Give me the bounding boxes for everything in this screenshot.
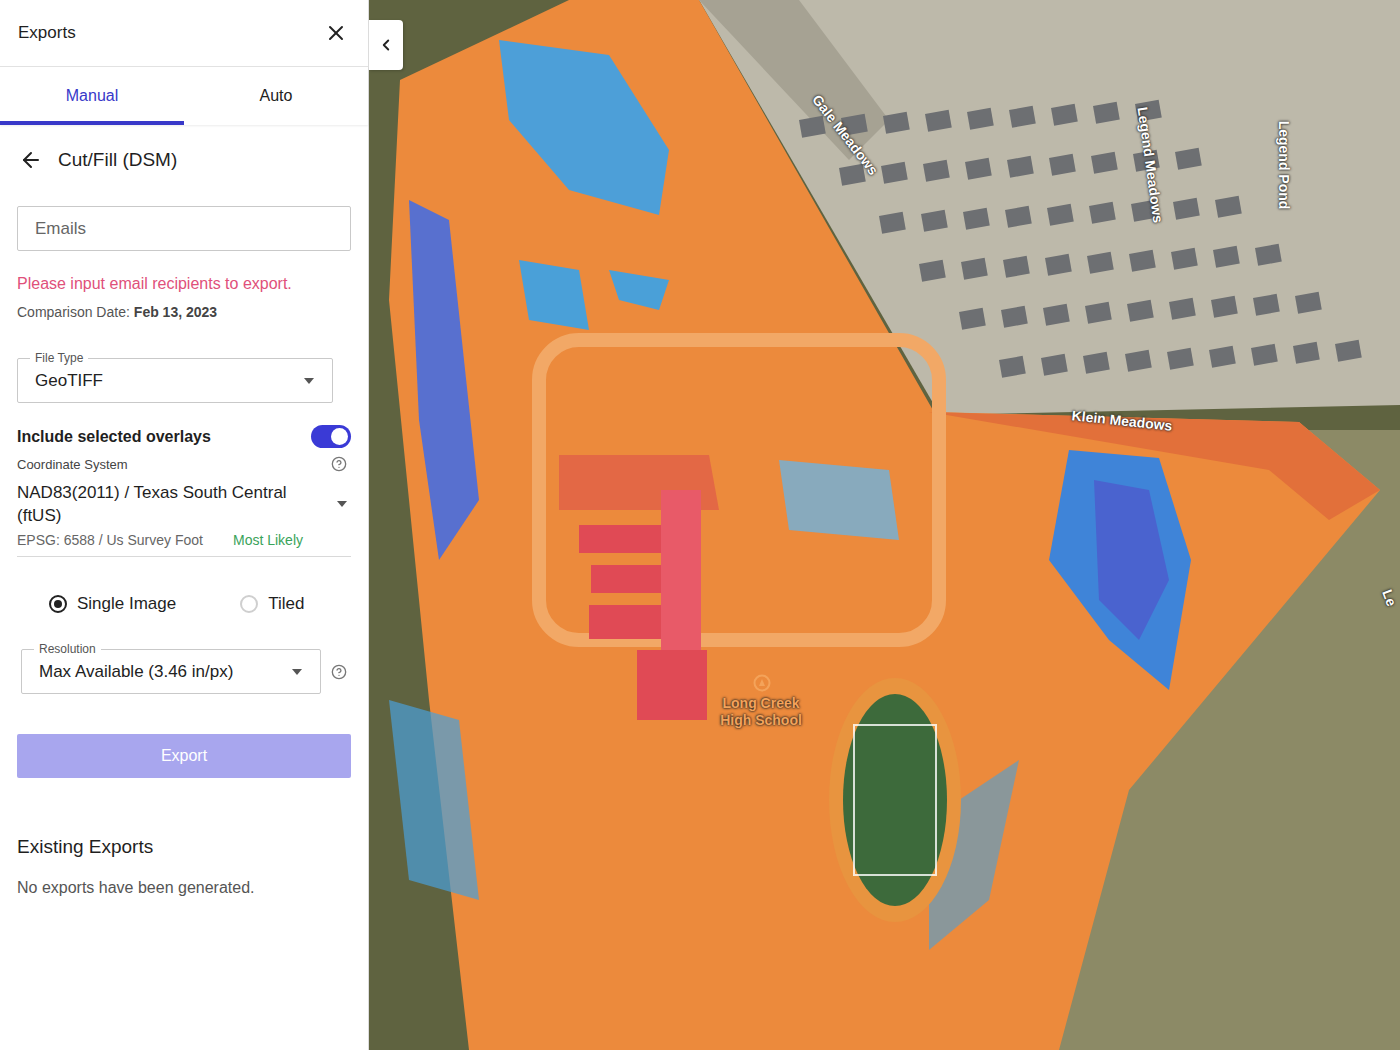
coordinate-system: Coordinate System NAD83(2011) / Texas Sou… [17,456,351,557]
existing-exports-empty: No exports have been generated. [17,879,351,897]
resolution-select[interactable]: ResolutionMax Available (3.46 in/px) [21,649,321,694]
dropdown-caret-icon [304,378,314,384]
help-icon[interactable] [331,456,347,472]
radio-label: Single Image [77,594,176,614]
collapse-panel-button[interactable] [369,20,403,70]
export-button[interactable]: Export [17,734,351,778]
coordinate-label: Coordinate System [17,457,128,472]
map-view[interactable]: Gale MeadowsLegend MeadowsLegend PondKle… [369,0,1400,1050]
map-label: Long Creek High School [711,695,811,729]
radio-circle[interactable] [49,595,67,613]
map-label: Legend Pond [1275,121,1292,210]
chevron-left-icon [377,36,395,54]
overlays-row: Include selected overlays [17,425,351,448]
school-pin[interactable] [753,674,771,692]
overlays-toggle[interactable] [311,425,351,448]
emails-input[interactable] [17,206,351,251]
back-button[interactable] [17,146,45,174]
radio-dot [54,600,62,608]
export-screen: Exports ManualAuto Cut/Fill (DSM) Please in… [0,0,1400,1050]
tab[interactable]: Auto [184,67,368,125]
radio-option[interactable]: Single Image [49,594,176,614]
comparison-date: Comparison Date:Feb 13, 2023 [17,304,351,320]
map-image[interactable] [369,0,1400,1050]
resolution-row: ResolutionMax Available (3.46 in/px) [17,649,351,694]
radio-circle[interactable] [240,595,258,613]
overlays-label: Include selected overlays [17,428,211,446]
comparison-label: Comparison Date: [17,304,130,320]
panel-header: Exports [0,0,368,67]
coordinate-value: NAD83(2011) / Texas South Central (ftUS) [17,481,317,527]
error-message: Please input email recipients to export. [17,275,351,293]
exports-panel: Exports ManualAuto Cut/Fill (DSM) Please in… [0,0,369,1050]
toggle-knob [331,428,348,445]
coordinate-select[interactable]: NAD83(2011) / Texas South Central (ftUS) [17,481,351,527]
file-type-label: File Type [30,351,88,365]
panel-body: Cut/Fill (DSM) Please input email recipie… [0,125,368,897]
comparison-value: Feb 13, 2023 [134,304,217,320]
coordinate-detail: EPSG: 6588 / Us Survey Foot [17,532,203,548]
coordinate-hint: Most Likely [233,532,303,548]
file-type-value: GeoTIFF [35,371,103,391]
radio-label: Tiled [268,594,304,614]
tab-bar: ManualAuto [0,67,368,125]
resolution-value: Max Available (3.46 in/px) [39,662,233,682]
resolution-help [331,664,347,680]
close-button[interactable] [322,19,350,47]
school-pin-icon [753,674,771,692]
coordinate-label-row: Coordinate System [17,456,351,472]
close-icon [324,21,348,45]
radio-option[interactable]: Tiled [240,594,304,614]
file-type-select[interactable]: File TypeGeoTIFF [17,358,333,403]
page-title: Cut/Fill (DSM) [58,149,177,171]
output-radio-group: Single Image Tiled [17,594,351,614]
coordinate-detail-row: EPSG: 6588 / Us Survey Foot Most Likely [17,532,351,548]
tab[interactable]: Manual [0,67,184,125]
page-header: Cut/Fill (DSM) [17,145,351,175]
help-icon[interactable] [331,664,347,680]
dropdown-caret-icon [337,501,347,507]
existing-exports-title: Existing Exports [17,836,351,858]
dropdown-caret-icon [292,669,302,675]
panel-title: Exports [18,23,76,43]
back-arrow-icon [19,148,43,172]
resolution-label: Resolution [34,642,101,656]
